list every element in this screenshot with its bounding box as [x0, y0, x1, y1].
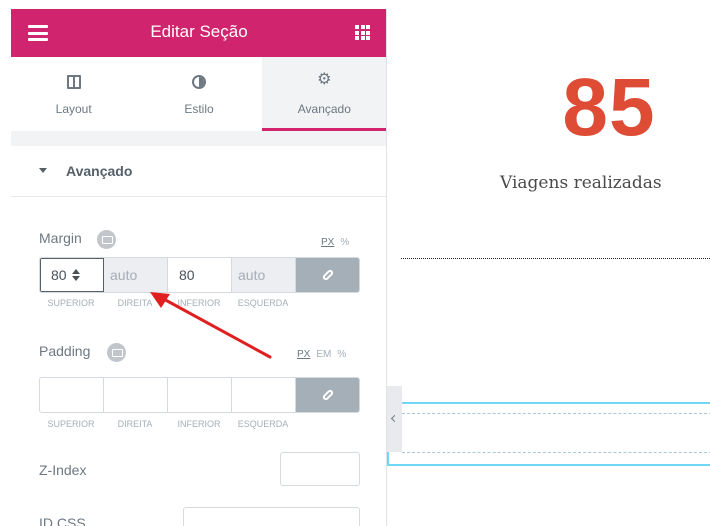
zindex-label: Z-Index [39, 462, 87, 478]
padding-dimensions [39, 377, 360, 413]
css-id-label: ID CSS [39, 515, 86, 526]
padding-top-input[interactable] [40, 378, 104, 412]
responsive-monitor-icon[interactable] [107, 343, 126, 362]
link-icon [321, 388, 334, 402]
zindex-input[interactable] [280, 452, 360, 486]
side-label: INFERIOR [177, 298, 221, 308]
side-label: DIREITA [117, 419, 153, 429]
padding-side-labels: SUPERIOR DIREITA INFERIOR ESQUERDA [39, 419, 360, 429]
counter-number: 85 [562, 62, 656, 153]
tab-label: Layout [55, 102, 92, 116]
link-values-button[interactable] [296, 258, 359, 292]
caret-down-icon [39, 168, 47, 173]
style-icon [191, 75, 206, 89]
css-id-input[interactable] [183, 507, 360, 526]
side-label: SUPERIOR [47, 419, 95, 429]
margin-top-input[interactable]: 80 [40, 258, 104, 292]
side-label: SUPERIOR [47, 298, 95, 308]
side-label: DIREITA [117, 298, 153, 308]
margin-left-input[interactable]: auto [232, 258, 296, 292]
side-label: INFERIOR [177, 419, 221, 429]
unit-percent[interactable]: % [337, 349, 346, 360]
padding-bottom-input[interactable] [168, 378, 232, 412]
empty-column-placeholder[interactable] [402, 413, 710, 453]
margin-dimensions: 80 auto 80 auto [39, 257, 360, 293]
margin-units: PX% [315, 237, 349, 248]
padding-left-input[interactable] [232, 378, 296, 412]
panel-title: Editar Seção [150, 22, 248, 41]
responsive-monitor-icon[interactable] [97, 230, 116, 249]
editor-panel: Editar Seção Layout Estilo ⚙ Avançado Av… [11, 9, 387, 526]
unit-px[interactable]: PX [297, 349, 310, 360]
side-label: ESQUERDA [237, 419, 289, 429]
padding-label: Padding [39, 343, 91, 359]
unit-px[interactable]: PX [321, 237, 334, 248]
section-toggle-avancado[interactable]: Avançado [11, 146, 386, 197]
margin-side-labels: SUPERIOR DIREITA INFERIOR ESQUERDA [39, 298, 360, 308]
tab-layout[interactable]: Layout [11, 57, 136, 131]
tab-avancado[interactable]: ⚙ Avançado [261, 57, 386, 131]
gear-icon: ⚙ [317, 71, 332, 88]
unit-percent[interactable]: % [340, 237, 349, 248]
link-values-button[interactable] [296, 378, 359, 412]
layout-icon [66, 75, 81, 89]
margin-label: Margin [39, 230, 82, 246]
link-icon [321, 268, 334, 282]
widgets-grid-icon[interactable] [355, 25, 370, 40]
tab-label: Avançado [297, 102, 351, 116]
counter-title: Viagens realizadas [500, 173, 662, 193]
margin-bottom-input[interactable]: 80 [168, 258, 232, 292]
margin-right-value: auto [110, 267, 138, 283]
margin-left-value: auto [238, 267, 266, 283]
tab-estilo[interactable]: Estilo [136, 57, 261, 131]
panel-collapse-button[interactable] [387, 386, 402, 452]
padding-right-input[interactable] [104, 378, 168, 412]
margin-right-input[interactable]: auto [104, 258, 168, 292]
panel-header: Editar Seção [11, 9, 386, 57]
tab-label: Estilo [184, 102, 214, 116]
section-content: Margin PX% 80 auto 80 auto SUPERIOR DIRE… [11, 197, 386, 526]
unit-em[interactable]: EM [316, 349, 331, 360]
margin-top-value: 80 [51, 267, 67, 283]
section-title: Avançado [66, 163, 133, 179]
margin-bottom-value: 80 [179, 267, 195, 283]
divider-line [401, 258, 710, 259]
padding-units: PX EM% [291, 349, 346, 360]
panel-tabs: Layout Estilo ⚙ Avançado [11, 57, 386, 131]
side-label: ESQUERDA [237, 298, 289, 308]
